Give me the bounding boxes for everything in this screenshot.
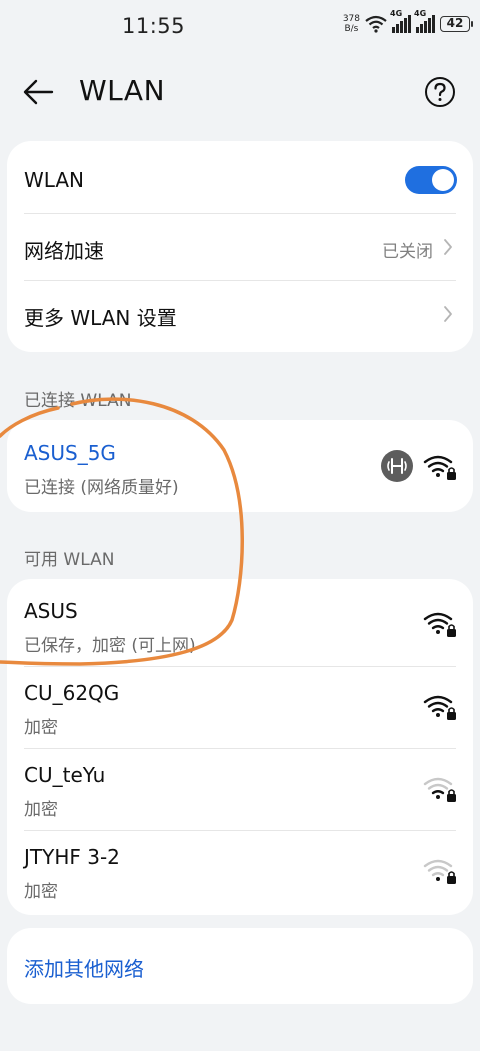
network-status: 已保存，加密 (可上网): [24, 636, 196, 656]
network-acceleration-value: 已关闭: [382, 242, 433, 262]
status-wifi-icon: [365, 15, 387, 33]
chevron-right-icon: [444, 306, 452, 322]
status-icons: 378 B/s 4G 4G 42: [342, 9, 473, 34]
network-item[interactable]: JTYHF 3-2 加密: [7, 831, 473, 913]
network-item[interactable]: ASUS 已保存，加密 (可上网): [7, 579, 473, 665]
back-arrow-icon: [23, 79, 54, 105]
network-name: ASUS: [24, 599, 78, 623]
status-bar: 11:55 378 B/s 4G 4G 42: [0, 0, 480, 56]
link-icon: [387, 458, 407, 474]
network-status: 加密: [24, 882, 58, 902]
network-status: 加密: [24, 800, 58, 820]
wifi-lock-icon: [423, 612, 456, 637]
connected-section-title: 已连接 WLAN: [24, 391, 132, 411]
app-header: WLAN: [0, 60, 480, 124]
help-button[interactable]: [424, 76, 456, 108]
cellular-signal-1-icon: 4G: [390, 9, 411, 33]
network-acceleration-label: 网络加速: [24, 239, 104, 263]
wifi-lock-weak-icon: [423, 777, 456, 802]
network-name: CU_62QG: [24, 681, 120, 705]
page-title: WLAN: [79, 74, 166, 107]
available-networks-card: ASUS 已保存，加密 (可上网) CU_62QG 加密 CU_teYu 加密: [7, 579, 473, 915]
wifi-lock-weak-icon: [423, 859, 456, 884]
back-button[interactable]: [18, 74, 58, 110]
network-item[interactable]: CU_62QG 加密: [7, 667, 473, 747]
add-network-card[interactable]: 添加其他网络: [7, 928, 473, 1004]
connected-network-card[interactable]: ASUS_5G 已连接 (网络质量好): [7, 420, 473, 512]
network-item[interactable]: CU_teYu 加密: [7, 749, 473, 829]
network-status: 加密: [24, 718, 58, 738]
network-name: JTYHF 3-2: [24, 845, 120, 869]
add-other-network-link[interactable]: 添加其他网络: [24, 953, 144, 982]
huawei-share-icon[interactable]: [381, 450, 413, 482]
wlan-toggle[interactable]: [405, 166, 457, 194]
toggle-knob: [432, 169, 454, 191]
network-status: 已连接 (网络质量好): [24, 478, 179, 498]
cellular-signal-2-icon: 4G: [414, 9, 435, 33]
battery-icon: 42: [440, 16, 473, 32]
wlan-toggle-row[interactable]: WLAN: [7, 141, 473, 213]
wlan-label: WLAN: [24, 168, 85, 192]
network-name: CU_teYu: [24, 763, 106, 787]
more-wlan-settings-label: 更多 WLAN 设置: [24, 306, 177, 330]
available-section-title: 可用 WLAN: [24, 550, 115, 570]
network-acceleration-row[interactable]: 网络加速 已关闭: [7, 214, 473, 280]
wifi-lock-icon: [423, 695, 456, 720]
wifi-lock-icon: [423, 455, 456, 480]
network-speed: 378 B/s: [342, 14, 360, 34]
network-name: ASUS_5G: [24, 441, 116, 465]
more-wlan-settings-row[interactable]: 更多 WLAN 设置: [7, 281, 473, 351]
wlan-settings-card: WLAN 网络加速 已关闭 更多 WLAN 设置: [7, 141, 473, 352]
chevron-right-icon: [444, 239, 452, 255]
status-time: 11:55: [122, 14, 186, 38]
help-icon: [425, 77, 455, 107]
